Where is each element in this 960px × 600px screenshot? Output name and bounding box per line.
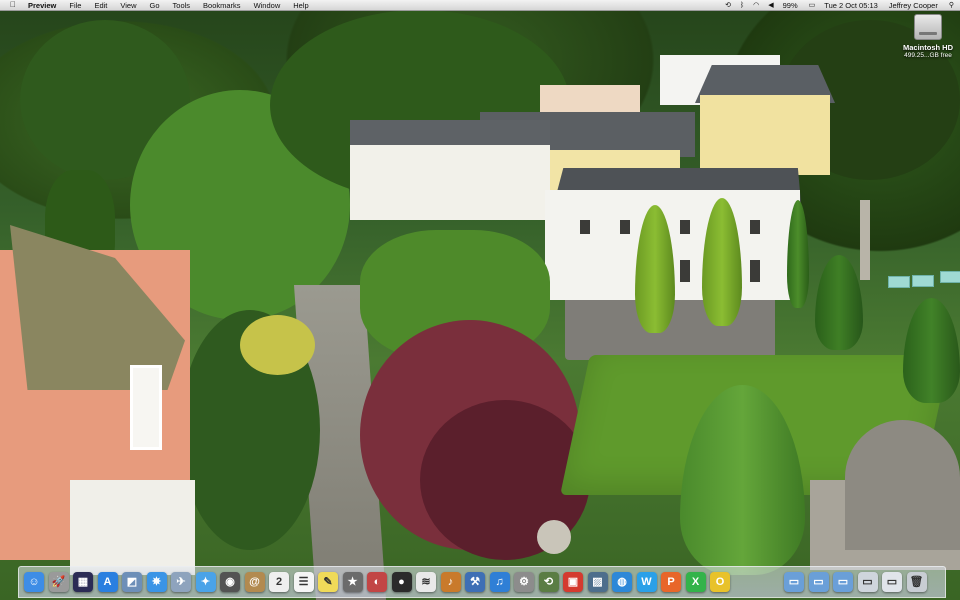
topiary bbox=[787, 200, 809, 308]
menu-clock[interactable]: Tue 2 Oct 05:13 bbox=[824, 0, 878, 11]
desktop-folder-icon[interactable]: ▭ bbox=[857, 572, 878, 592]
menu-file[interactable]: File bbox=[69, 1, 81, 10]
reminders-icon[interactable]: ☰ bbox=[293, 572, 314, 592]
menu-app-name[interactable]: Preview bbox=[28, 1, 56, 10]
outlook-icon[interactable]: O bbox=[710, 572, 730, 592]
battery-percent[interactable]: 99% bbox=[783, 0, 798, 11]
menu-go[interactable]: Go bbox=[150, 1, 160, 10]
stone-urn bbox=[537, 520, 571, 554]
safari-icon[interactable]: ✵ bbox=[146, 572, 167, 592]
apple-icon[interactable]:  bbox=[8, 0, 18, 10]
menu-edit[interactable]: Edit bbox=[94, 1, 107, 10]
notes-icon[interactable]: ✎ bbox=[318, 572, 338, 592]
disk-name-label: Macintosh HD bbox=[902, 43, 953, 52]
twitter-icon[interactable]: ✦ bbox=[195, 572, 216, 592]
iphoto-icon[interactable]: ▨ bbox=[587, 572, 608, 592]
spotlight-icon[interactable]: ⚲ bbox=[949, 1, 954, 9]
app-store-icon[interactable]: A bbox=[97, 572, 118, 592]
bench bbox=[912, 275, 934, 287]
trash-icon[interactable]: 🗑 bbox=[906, 572, 927, 592]
bluetooth-icon[interactable]: ᛒ bbox=[740, 0, 744, 11]
menu-tools[interactable]: Tools bbox=[173, 1, 191, 10]
photo-booth-icon[interactable]: ◐ bbox=[367, 572, 387, 592]
menu-bookmarks[interactable]: Bookmarks bbox=[203, 1, 241, 10]
wifi-icon[interactable]: ◠ bbox=[753, 0, 759, 11]
menu-help[interactable]: Help bbox=[293, 1, 308, 10]
screenshot-stack-icon[interactable]: ▭ bbox=[882, 572, 902, 592]
time-machine-icon[interactable]: ⟲ bbox=[538, 572, 559, 592]
disk-free-label: 499.25...GB free bbox=[904, 52, 952, 59]
bench bbox=[940, 271, 960, 283]
topiary bbox=[815, 255, 863, 350]
stone-column bbox=[860, 200, 870, 280]
status-area: ⟲ ᛒ ◠ ◀ 99% ▭ Tue 2 Oct 05:13 Jeffrey Co… bbox=[725, 0, 960, 11]
menu-window[interactable]: Window bbox=[254, 1, 281, 10]
globe-icon[interactable]: ◍ bbox=[612, 572, 632, 592]
stone-gazebo bbox=[845, 420, 960, 550]
imovie-icon[interactable]: ★ bbox=[342, 572, 363, 592]
topiary bbox=[903, 298, 960, 403]
house bbox=[350, 145, 550, 220]
menu-bar:  Preview File Edit View Go Tools Bookma… bbox=[0, 0, 960, 11]
itunes-icon[interactable]: ♫ bbox=[489, 572, 510, 592]
launchpad-icon[interactable]: 🚀 bbox=[48, 572, 69, 592]
dvd-player-icon[interactable]: ● bbox=[391, 572, 412, 592]
battery-icon[interactable]: ▭ bbox=[809, 0, 816, 11]
powerpoint-icon[interactable]: P bbox=[661, 572, 681, 592]
time-machine-icon[interactable]: ⟲ bbox=[725, 0, 731, 11]
guitar-icon[interactable]: ♪ bbox=[440, 572, 461, 592]
contacts-icon[interactable]: @ bbox=[244, 572, 265, 592]
tower-window bbox=[130, 365, 162, 450]
dock-apps: ☺ 🚀 ▦ A ◩ ✵ ✈ ✦ ◉ @2 ☰ ✎ ★ ◐ ● ≋ ♪ ⚒ ♫ ⚙ ⟲ ▣ ▨ ◍ W P X O bbox=[24, 569, 735, 595]
applications-folder-icon[interactable]: ▭ bbox=[784, 572, 804, 592]
house bbox=[700, 95, 830, 175]
preview-icon[interactable]: ◩ bbox=[122, 572, 142, 592]
wallpaper-shrub bbox=[240, 315, 315, 375]
macintosh-hd-desktop-item[interactable]: Macintosh HD 499.25...GB free bbox=[898, 14, 958, 60]
flashcard-icon[interactable]: ▣ bbox=[563, 572, 583, 592]
finder-icon[interactable]: ☺ bbox=[24, 572, 44, 592]
documents-folder-icon[interactable]: ▭ bbox=[808, 572, 829, 592]
dock-folders: ▭ ▭ ▭ ▭ ▭ 🗑 bbox=[784, 569, 931, 595]
word-icon[interactable]: W bbox=[636, 572, 657, 592]
mission-control-icon[interactable]: ▦ bbox=[73, 572, 93, 592]
hard-drive-icon[interactable] bbox=[914, 14, 942, 40]
mail-icon[interactable]: ✈ bbox=[171, 572, 191, 592]
image-capture-icon[interactable]: ◉ bbox=[220, 572, 240, 592]
bench bbox=[888, 276, 910, 288]
menu-view[interactable]: View bbox=[120, 1, 136, 10]
tower-base bbox=[70, 480, 195, 575]
desktop-wallpaper bbox=[0, 0, 960, 600]
calendar-icon[interactable]: 2 bbox=[269, 572, 289, 592]
volume-icon[interactable]: ◀ bbox=[768, 0, 773, 11]
downloads-folder-icon[interactable]: ▭ bbox=[833, 572, 853, 592]
xcode-icon[interactable]: ⚒ bbox=[465, 572, 485, 592]
system-preferences-icon[interactable]: ⚙ bbox=[514, 572, 534, 592]
excel-icon[interactable]: X bbox=[685, 572, 706, 592]
network-icon[interactable]: ≋ bbox=[416, 572, 436, 592]
user-name[interactable]: Jeffrey Cooper bbox=[889, 0, 938, 11]
